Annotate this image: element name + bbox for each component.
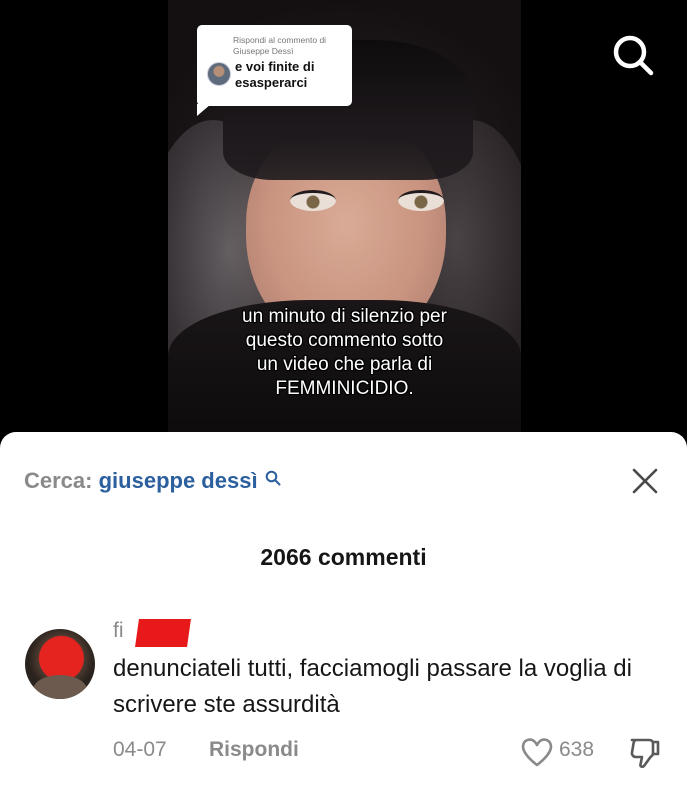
like-button[interactable] <box>520 736 554 768</box>
video-player[interactable]: Rispondi al commento di Giuseppe Dessì e… <box>0 0 687 450</box>
video-eye-left <box>290 190 336 211</box>
reply-button[interactable]: Rispondi <box>209 738 299 762</box>
reply-to-comment-sticker: Rispondi al commento di Giuseppe Dessì e… <box>197 25 352 116</box>
reply-sticker-text: e voi finite di esasperarci <box>235 59 315 90</box>
search-term-icon <box>265 466 281 492</box>
video-caption: un minuto di silenzio per questo comment… <box>242 306 447 399</box>
like-count: 638 <box>559 738 595 761</box>
video-eye-right <box>398 190 444 211</box>
commenter-username[interactable]: fi <box>113 619 124 643</box>
reply-sticker-avatar <box>207 62 231 86</box>
heart-icon <box>521 738 553 767</box>
reply-sticker-subtitle: Rispondi al commento di Giuseppe Dessì <box>233 35 327 56</box>
comment-text: denunciateli tutti, facciamogli passare … <box>113 655 632 718</box>
username-redaction <box>135 619 191 647</box>
search-term-link[interactable]: giuseppe dessì <box>99 468 258 493</box>
commenter-avatar[interactable] <box>25 629 95 699</box>
comment-count: 2066 commenti <box>260 544 427 570</box>
search-button[interactable] <box>612 34 654 76</box>
comment-meta: 04-07 Rispondi 638 <box>113 736 673 769</box>
comment-search-row[interactable]: Cerca: giuseppe dessì <box>24 468 281 494</box>
comment-item: fi denunciateli tutti, facciamogli passa… <box>0 617 687 797</box>
comments-sheet: Cerca: giuseppe dessì 2066 commenti fi d… <box>0 432 687 800</box>
close-comments-button[interactable] <box>630 466 660 496</box>
comment-date: 04-07 <box>113 738 167 761</box>
search-icon <box>613 35 654 76</box>
dislike-button[interactable] <box>628 736 662 770</box>
close-icon <box>632 468 658 494</box>
thumbs-down-icon <box>630 738 660 769</box>
search-label: Cerca: <box>24 468 93 493</box>
